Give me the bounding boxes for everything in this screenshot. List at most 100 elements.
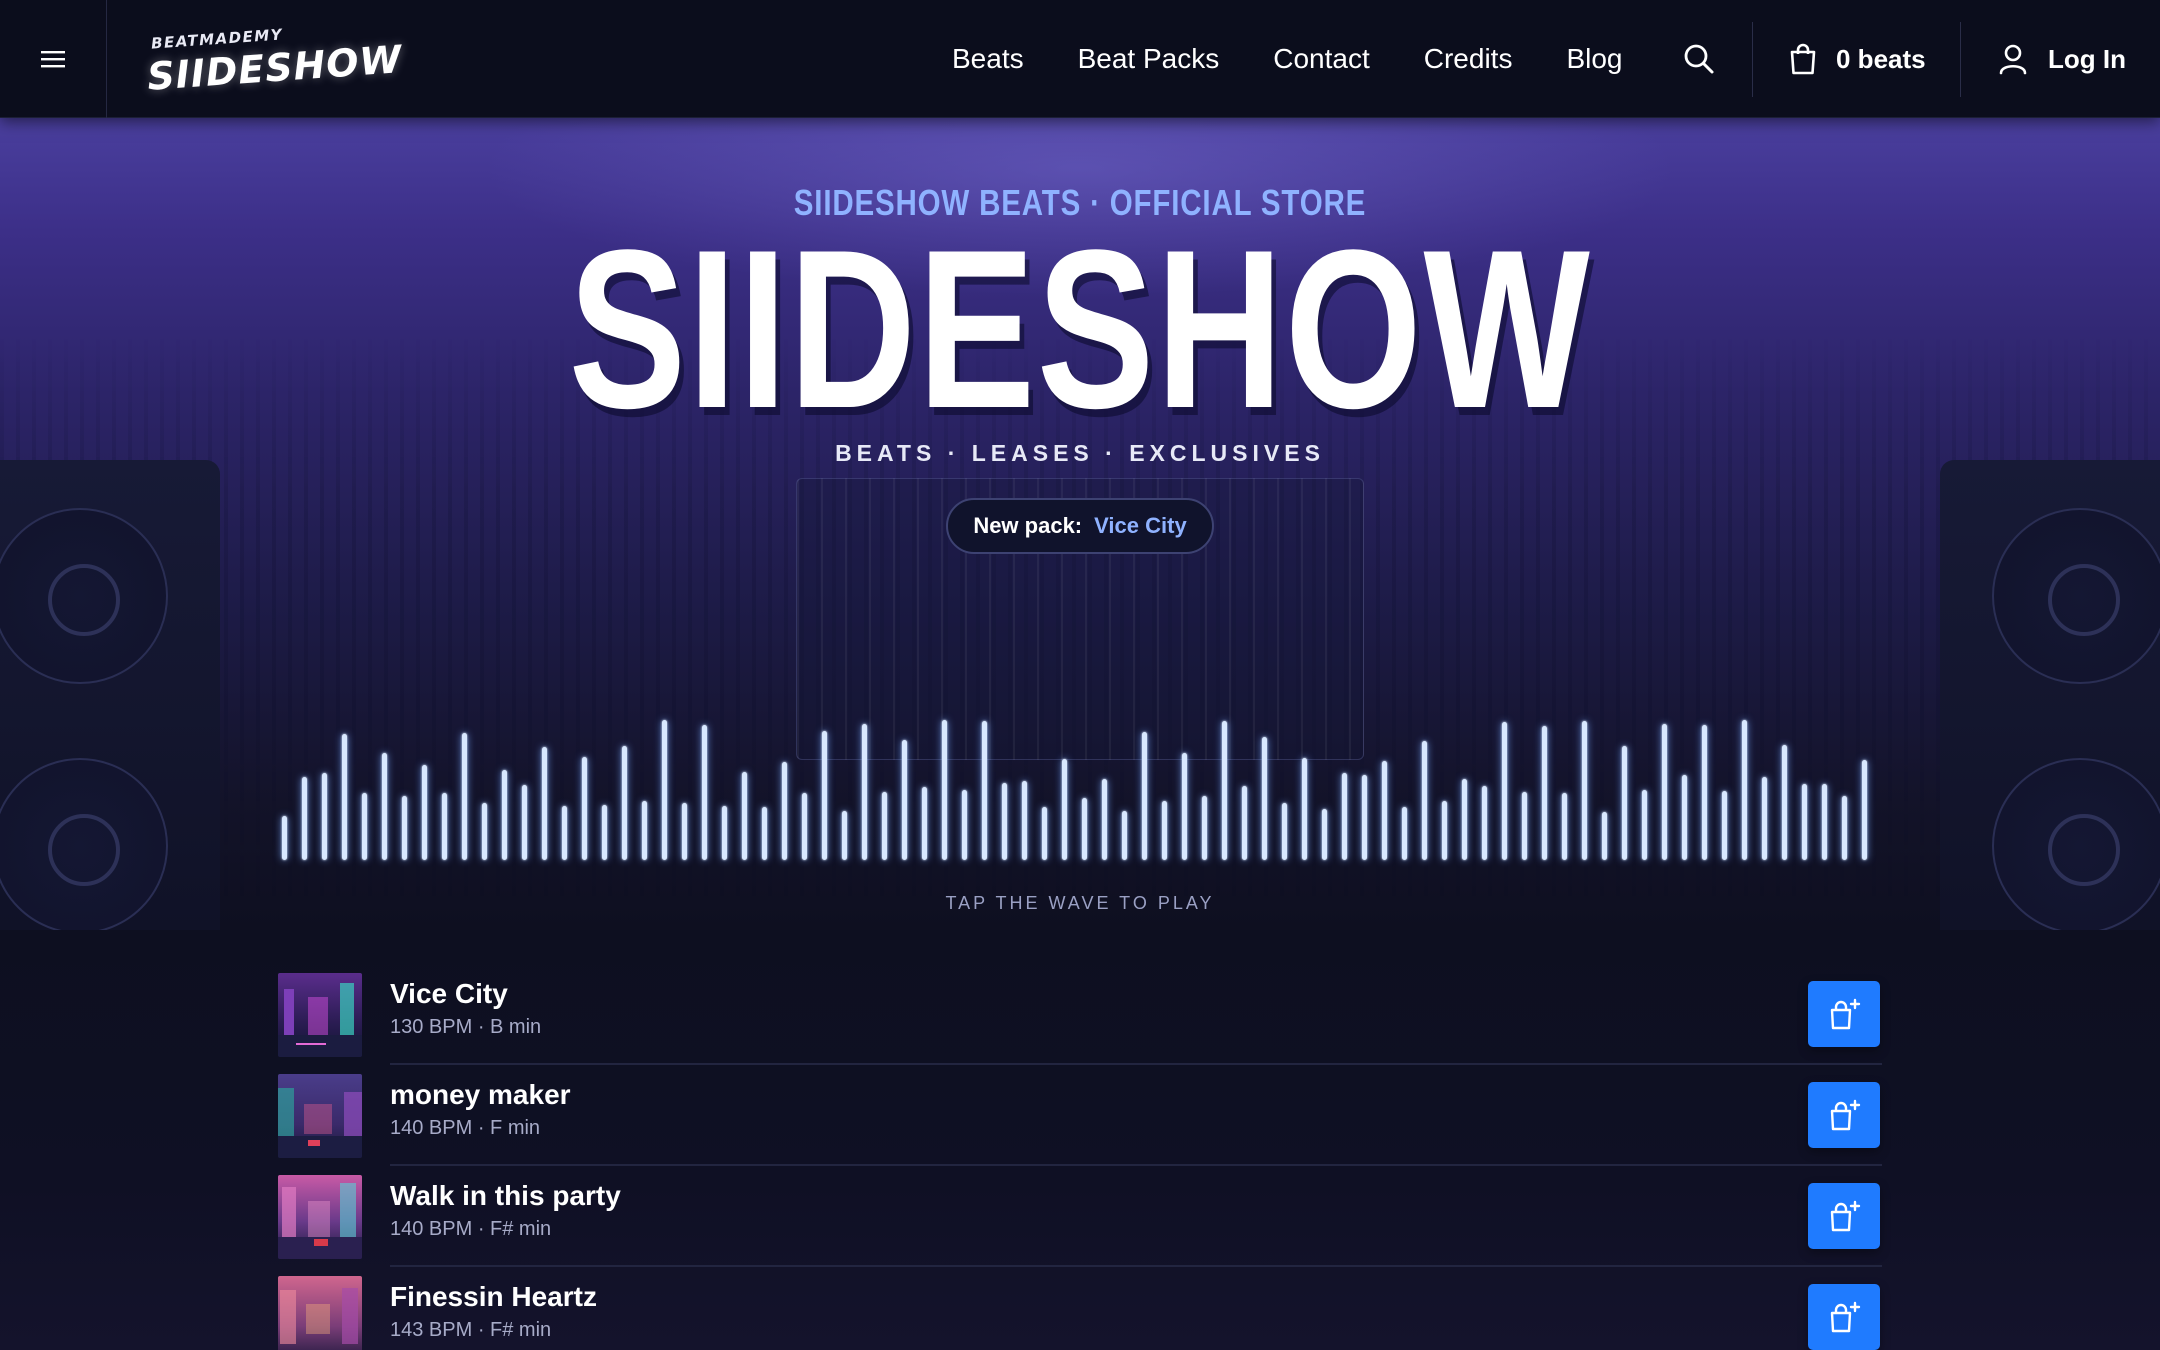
speaker-left <box>0 460 220 930</box>
wave-bar <box>1102 779 1107 860</box>
nav-link-beat-packs[interactable]: Beat Packs <box>1078 43 1220 75</box>
bag-plus-icon <box>1830 1200 1861 1232</box>
wave-bar <box>482 802 487 860</box>
wave-bar <box>682 802 687 860</box>
wave-bar <box>422 764 427 860</box>
wave-bar <box>1362 775 1367 860</box>
track-title[interactable]: Walk in this party <box>390 1180 621 1212</box>
wave-bar <box>1582 721 1587 860</box>
wave-bar <box>1862 760 1867 860</box>
wave-bar <box>362 793 367 860</box>
wave-bar <box>1122 810 1127 860</box>
wave-bar <box>1402 807 1407 860</box>
login-button[interactable]: Log In <box>1998 0 2126 118</box>
cart-count: 0 beats <box>1836 43 1926 74</box>
track-meta: 130 BPM · B min <box>390 1016 542 1038</box>
wave-bar <box>1482 786 1487 860</box>
nav-link-contact[interactable]: Contact <box>1273 43 1370 75</box>
main-nav: Beats Beat Packs Contact Credits Blog <box>952 0 1677 118</box>
wave-bar <box>642 801 647 860</box>
menu-icon <box>41 50 65 67</box>
wave-bar <box>842 810 847 860</box>
wave-bar <box>382 753 387 860</box>
wave-bar <box>1522 791 1527 860</box>
track-artwork[interactable] <box>278 973 362 1057</box>
wave-bar <box>982 721 987 860</box>
new-pack-pill[interactable]: New pack: Vice City <box>946 498 1214 554</box>
track-row[interactable]: Vice City 130 BPM · B min <box>278 964 1882 1065</box>
wave-bar <box>1442 801 1447 860</box>
track-artwork[interactable] <box>278 1074 362 1158</box>
cart-button[interactable]: 0 beats <box>1788 0 1926 118</box>
add-to-cart-button[interactable] <box>1808 1082 1880 1148</box>
wave-bar <box>602 804 607 860</box>
track-title[interactable]: Vice City <box>390 978 508 1010</box>
wave-hint: TAP THE WAVE TO PLAY <box>945 893 1215 913</box>
wave-bar <box>1722 790 1727 860</box>
wave-bar <box>1662 723 1667 860</box>
nav-link-blog[interactable]: Blog <box>1566 43 1622 75</box>
wave-bar <box>562 806 567 860</box>
wave-bar <box>1142 731 1147 860</box>
wave-bar <box>1742 720 1747 860</box>
login-label: Log In <box>2048 43 2126 74</box>
wave-bar <box>922 787 927 860</box>
wave-bar <box>1622 745 1627 860</box>
wave-bar <box>722 806 727 860</box>
wave-bar <box>1502 722 1507 860</box>
add-to-cart-button[interactable] <box>1808 1183 1880 1249</box>
wave-bar <box>1222 721 1227 860</box>
menu-button[interactable] <box>0 0 107 118</box>
track-artwork[interactable] <box>278 1276 362 1350</box>
wave-bar <box>1342 773 1347 860</box>
bag-plus-icon <box>1830 1301 1861 1333</box>
top-navbar: BEATMADEMY SIIDESHOW Beats Beat Packs Co… <box>0 0 2160 118</box>
track-title[interactable]: money maker <box>390 1079 571 1111</box>
new-pack-name: Vice City <box>1094 513 1187 538</box>
nav-link-beats[interactable]: Beats <box>952 43 1024 75</box>
wave-bar <box>1642 789 1647 860</box>
wave-bar <box>1382 761 1387 860</box>
wave-bar <box>1162 801 1167 860</box>
speaker-cone <box>1992 508 2160 684</box>
wave-bar <box>802 793 807 860</box>
wave-bar <box>1682 775 1687 860</box>
wave-bar <box>1062 758 1067 860</box>
track-meta: 140 BPM · F# min <box>390 1218 552 1240</box>
add-to-cart-button[interactable] <box>1808 1284 1880 1350</box>
wave-bar <box>962 789 967 860</box>
wave-bar <box>1702 724 1707 860</box>
wave-bar <box>1082 797 1087 860</box>
track-list: Vice City 130 BPM · B min money maker 14… <box>0 930 2160 1350</box>
wave-bar <box>862 723 867 860</box>
track-row[interactable]: Finessin Heartz 143 BPM · F# min <box>278 1267 1882 1350</box>
add-to-cart-button[interactable] <box>1808 981 1880 1047</box>
wave-bar <box>282 815 287 860</box>
search-icon[interactable] <box>1682 42 1716 76</box>
track-meta: 143 BPM · F# min <box>390 1319 552 1341</box>
speaker-right <box>1940 460 2160 930</box>
track-row[interactable]: Walk in this party 140 BPM · F# min <box>278 1166 1882 1267</box>
wave-bar <box>462 732 467 860</box>
wave-bar <box>302 776 307 860</box>
wave-bar <box>662 720 667 860</box>
nav-link-credits[interactable]: Credits <box>1424 43 1513 75</box>
track-title[interactable]: Finessin Heartz <box>390 1281 597 1313</box>
wave-bar <box>1762 776 1767 860</box>
wave-bar <box>1302 757 1307 860</box>
wave-bar <box>1002 782 1007 860</box>
track-row[interactable]: money maker 140 BPM · F min <box>278 1065 1882 1166</box>
wave-bar <box>1802 783 1807 860</box>
brand-logo[interactable]: BEATMADEMY SIIDESHOW <box>143 24 404 98</box>
wave-bar <box>822 730 827 860</box>
hero-section: SIIDESHOW BEATS · OFFICIAL STORE SIIDESH… <box>0 118 2160 930</box>
wave-bar <box>702 724 707 860</box>
wave-bar <box>1842 795 1847 860</box>
wave-bar <box>1182 753 1187 860</box>
bag-plus-icon <box>1830 1099 1861 1131</box>
wave-bar <box>1422 741 1427 860</box>
wave-bar <box>1542 725 1547 860</box>
wave-bar <box>402 795 407 860</box>
track-artwork[interactable] <box>278 1175 362 1259</box>
wave-bar <box>442 793 447 860</box>
